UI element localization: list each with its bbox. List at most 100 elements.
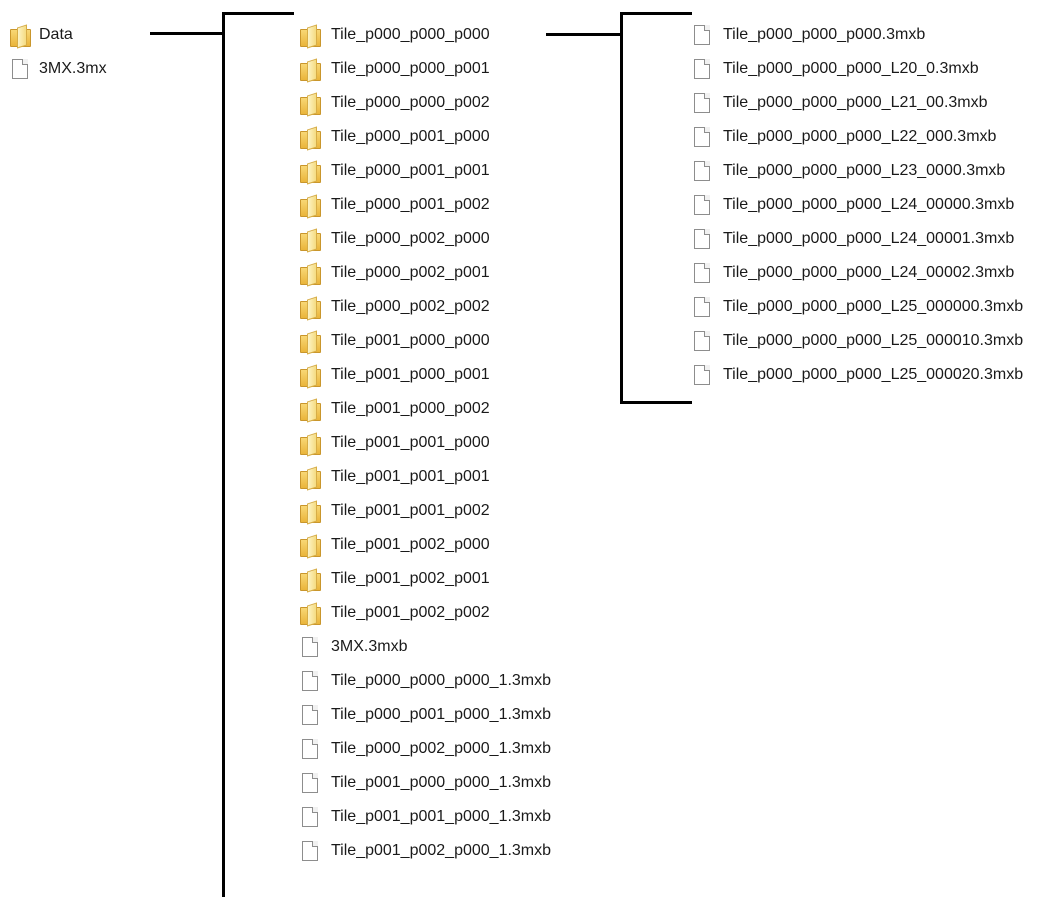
folder-name: Tile_p000_p001_p000 xyxy=(331,128,490,145)
folder-item-data[interactable]: Data xyxy=(10,18,107,52)
folder-item-tile-p001-p001-p001[interactable]: Tile_p001_p001_p001 xyxy=(300,460,551,494)
connector-tile-bracket-bottom xyxy=(620,401,692,404)
file-item-tile-p001-p000-p000-1-3mxb[interactable]: Tile_p001_p000_p000_1.3mxb xyxy=(300,766,551,800)
connector-tile-bracket-vertical xyxy=(620,12,623,404)
file-icon xyxy=(302,637,318,657)
folder-item-tile-p000-p002-p002[interactable]: Tile_p000_p002_p002 xyxy=(300,290,551,324)
file-item-3mx-3mxb[interactable]: 3MX.3mxb xyxy=(300,630,551,664)
file-icon xyxy=(302,807,318,827)
file-item-tile-p000-p001-p000-1-3mxb[interactable]: Tile_p000_p001_p000_1.3mxb xyxy=(300,698,551,732)
file-item-tile-p001-p001-p000-1-3mxb[interactable]: Tile_p001_p001_p000_1.3mxb xyxy=(300,800,551,834)
connector-tile-bracket-top xyxy=(620,12,692,15)
file-icon xyxy=(12,59,28,79)
tile-folder-listing: Tile_p000_p000_p000.3mxb Tile_p000_p000_p… xyxy=(692,18,1023,392)
file-icon xyxy=(694,195,710,215)
file-icon xyxy=(302,705,318,725)
file-name: Tile_p000_p000_p000_L25_000010.3mxb xyxy=(723,332,1024,349)
folder-name: Tile_p001_p001_p002 xyxy=(331,502,490,519)
connector-data-horizontal xyxy=(150,32,223,35)
file-item-tile-p000-p000-p000-l21-00-3mxb[interactable]: Tile_p000_p000_p000_L21_00.3mxb xyxy=(692,86,1023,120)
file-item-tile-p000-p000-p000-l20-0-3mxb[interactable]: Tile_p000_p000_p000_L20_0.3mxb xyxy=(692,52,1023,86)
connector-data-bracket-vertical xyxy=(222,12,225,897)
folder-item-tile-p000-p001-p001[interactable]: Tile_p000_p001_p001 xyxy=(300,154,551,188)
file-item-tile-p000-p000-p000-l25-000000-3mxb[interactable]: Tile_p000_p000_p000_L25_000000.3mxb xyxy=(692,290,1023,324)
folder-item-tile-p000-p001-p002[interactable]: Tile_p000_p001_p002 xyxy=(300,188,551,222)
folder-item-tile-p000-p000-p002[interactable]: Tile_p000_p000_p002 xyxy=(300,86,551,120)
file-icon xyxy=(694,331,710,351)
file-item-tile-p000-p000-p000-1-3mxb[interactable]: Tile_p000_p000_p000_1.3mxb xyxy=(300,664,551,698)
folder-item-tile-p001-p002-p002[interactable]: Tile_p001_p002_p002 xyxy=(300,596,551,630)
folder-item-tile-p001-p002-p000[interactable]: Tile_p001_p002_p000 xyxy=(300,528,551,562)
file-item-tile-p000-p002-p000-1-3mxb[interactable]: Tile_p000_p002_p000_1.3mxb xyxy=(300,732,551,766)
folder-name: Tile_p001_p002_p002 xyxy=(331,604,490,621)
file-item-tile-p001-p002-p000-1-3mxb[interactable]: Tile_p001_p002_p000_1.3mxb xyxy=(300,834,551,868)
file-icon xyxy=(302,739,318,759)
file-name: Tile_p000_p000_p000_L25_000020.3mxb xyxy=(723,366,1024,383)
folder-item-tile-p001-p001-p002[interactable]: Tile_p001_p001_p002 xyxy=(300,494,551,528)
file-item-tile-p000-p000-p000-l22-000-3mxb[interactable]: Tile_p000_p000_p000_L22_000.3mxb xyxy=(692,120,1023,154)
file-item-tile-p000-p000-p000-3mxb[interactable]: Tile_p000_p000_p000.3mxb xyxy=(692,18,1023,52)
file-item-tile-p000-p000-p000-l24-00002-3mxb[interactable]: Tile_p000_p000_p000_L24_00002.3mxb xyxy=(692,256,1023,290)
file-icon xyxy=(694,127,710,147)
folder-icon xyxy=(300,297,321,319)
file-icon xyxy=(302,671,318,691)
folder-item-tile-p001-p000-p000[interactable]: Tile_p001_p000_p000 xyxy=(300,324,551,358)
folder-item-tile-p000-p000-p000[interactable]: Tile_p000_p000_p000 xyxy=(300,18,551,52)
folder-icon xyxy=(300,59,321,81)
folder-icon xyxy=(300,25,321,47)
file-icon xyxy=(694,25,710,45)
folder-icon xyxy=(300,433,321,455)
file-name: Tile_p000_p000_p000_L24_00001.3mxb xyxy=(723,230,1015,247)
file-icon xyxy=(694,365,710,385)
file-name: Tile_p000_p000_p000_L25_000000.3mxb xyxy=(723,298,1024,315)
folder-name: Tile_p001_p002_p001 xyxy=(331,570,490,587)
folder-name: Tile_p001_p001_p000 xyxy=(331,434,490,451)
folder-icon xyxy=(300,365,321,387)
folder-name: Tile_p000_p001_p001 xyxy=(331,162,490,179)
file-name: Tile_p000_p000_p000_L22_000.3mxb xyxy=(723,128,997,145)
folder-name: Tile_p000_p002_p001 xyxy=(331,264,490,281)
folder-item-tile-p001-p001-p000[interactable]: Tile_p001_p001_p000 xyxy=(300,426,551,460)
folder-icon xyxy=(300,501,321,523)
folder-item-tile-p001-p000-p002[interactable]: Tile_p001_p000_p002 xyxy=(300,392,551,426)
folder-item-tile-p001-p002-p001[interactable]: Tile_p001_p002_p001 xyxy=(300,562,551,596)
file-name: Tile_p000_p000_p000_L20_0.3mxb xyxy=(723,60,979,77)
file-item-tile-p000-p000-p000-l24-00000-3mxb[interactable]: Tile_p000_p000_p000_L24_00000.3mxb xyxy=(692,188,1023,222)
folder-item-tile-p000-p001-p000[interactable]: Tile_p000_p001_p000 xyxy=(300,120,551,154)
folder-icon xyxy=(300,535,321,557)
folder-icon xyxy=(10,25,31,47)
folder-icon xyxy=(300,331,321,353)
folder-icon xyxy=(300,467,321,489)
folder-icon xyxy=(300,127,321,149)
file-icon xyxy=(694,229,710,249)
file-item-tile-p000-p000-p000-l23-0000-3mxb[interactable]: Tile_p000_p000_p000_L23_0000.3mxb xyxy=(692,154,1023,188)
file-name: Tile_p001_p002_p000_1.3mxb xyxy=(331,842,552,859)
folder-icon xyxy=(300,229,321,251)
connector-data-bracket-top xyxy=(222,12,294,15)
root-listing: Data 3MX.3mx xyxy=(10,18,107,86)
file-name: Tile_p001_p001_p000_1.3mxb xyxy=(331,808,552,825)
folder-name: Tile_p000_p002_p000 xyxy=(331,230,490,247)
file-name: Tile_p000_p001_p000_1.3mxb xyxy=(331,706,552,723)
folder-name: Tile_p000_p000_p002 xyxy=(331,94,490,111)
file-name: 3MX.3mx xyxy=(39,60,107,77)
folder-item-tile-p000-p000-p001[interactable]: Tile_p000_p000_p001 xyxy=(300,52,551,86)
folder-name: Tile_p001_p000_p002 xyxy=(331,400,490,417)
file-item-tile-p000-p000-p000-l25-000010-3mxb[interactable]: Tile_p000_p000_p000_L25_000010.3mxb xyxy=(692,324,1023,358)
file-name: Tile_p000_p002_p000_1.3mxb xyxy=(331,740,552,757)
folder-name: Data xyxy=(39,26,73,43)
file-icon xyxy=(694,93,710,113)
folder-item-tile-p000-p002-p001[interactable]: Tile_p000_p002_p001 xyxy=(300,256,551,290)
file-item-tile-p000-p000-p000-l24-00001-3mxb[interactable]: Tile_p000_p000_p000_L24_00001.3mxb xyxy=(692,222,1023,256)
folder-icon xyxy=(300,603,321,625)
folder-name: Tile_p000_p000_p001 xyxy=(331,60,490,77)
file-item-tile-p000-p000-p000-l25-000020-3mxb[interactable]: Tile_p000_p000_p000_L25_000020.3mxb xyxy=(692,358,1023,392)
folder-name: Tile_p001_p001_p001 xyxy=(331,468,490,485)
file-name: Tile_p000_p000_p000_L23_0000.3mxb xyxy=(723,162,1006,179)
folder-icon xyxy=(300,93,321,115)
folder-item-tile-p000-p002-p000[interactable]: Tile_p000_p002_p000 xyxy=(300,222,551,256)
folder-name: Tile_p001_p002_p000 xyxy=(331,536,490,553)
folder-item-tile-p001-p000-p001[interactable]: Tile_p001_p000_p001 xyxy=(300,358,551,392)
file-item-3mx-3mx[interactable]: 3MX.3mx xyxy=(10,52,107,86)
file-icon xyxy=(694,161,710,181)
